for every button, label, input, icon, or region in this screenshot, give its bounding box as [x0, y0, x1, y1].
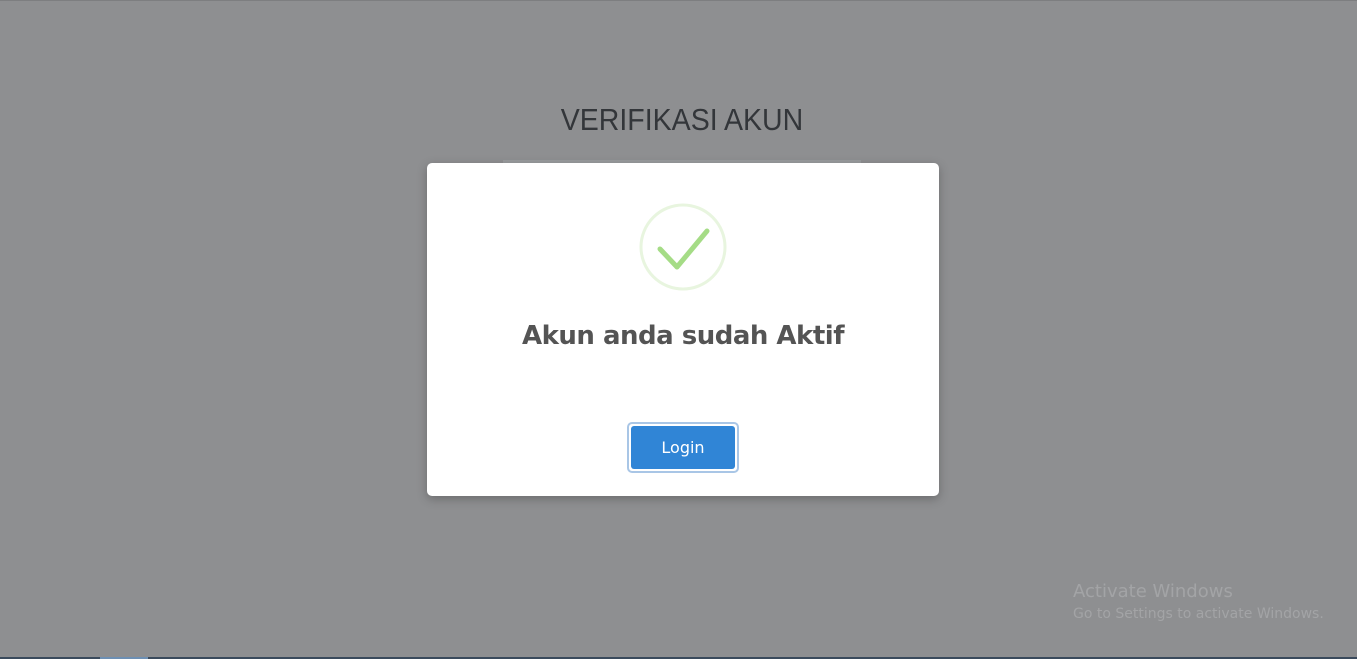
- login-button-label: Login: [631, 426, 735, 469]
- watermark-subtitle: Go to Settings to activate Windows.: [1073, 606, 1324, 622]
- checkmark-success-icon: [639, 203, 727, 291]
- watermark-title: Activate Windows: [1073, 581, 1233, 602]
- windows-activation-watermark: Activate Windows Go to Settings to activ…: [1073, 581, 1324, 624]
- top-border: [0, 0, 1357, 1]
- modal-message: Akun anda sudah Aktif: [521, 321, 845, 351]
- login-button[interactable]: Login: [627, 422, 739, 473]
- success-modal: Akun anda sudah Aktif Login: [427, 163, 939, 496]
- page-title: VERIFIKASI AKUN: [560, 102, 804, 137]
